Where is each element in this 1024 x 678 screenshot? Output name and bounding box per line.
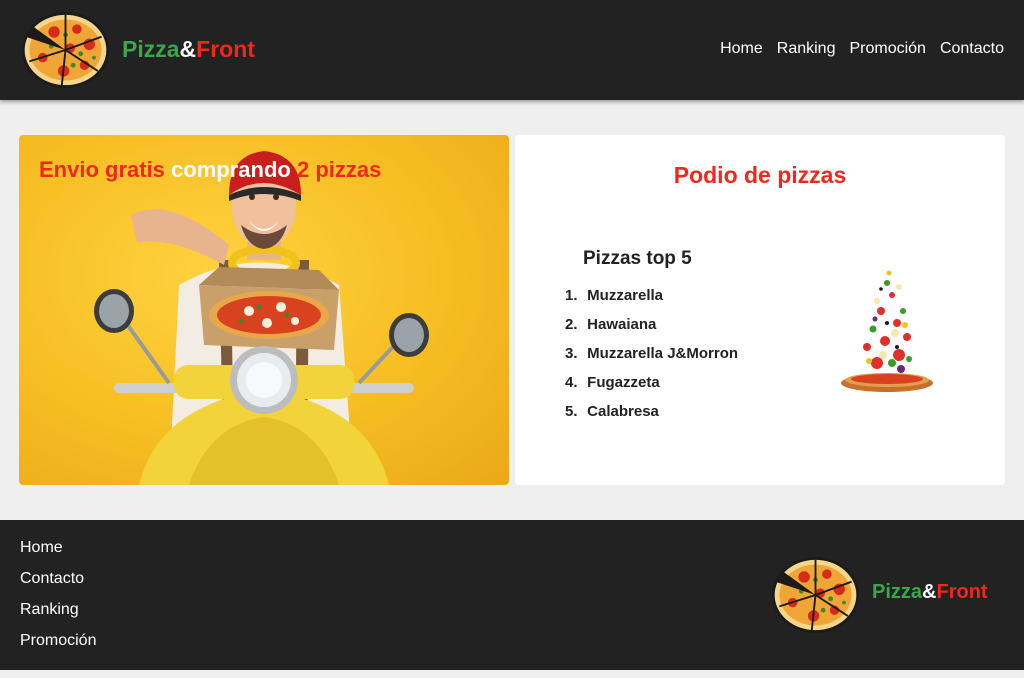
promo-title: Envio gratis comprando 2 pizzas [39,157,382,182]
footer-brand-name: Pizza&Front [872,581,988,603]
footer-pizza-logo-icon [771,557,860,633]
nav-contacto[interactable]: Contacto [940,40,1004,58]
site-footer: Home Contacto Ranking Promoción Pizza&Fr… [0,520,1024,670]
footer-link-home[interactable]: Home [20,539,96,570]
delivery-scooter-image [94,151,429,485]
nav-promocion[interactable]: Promoción [849,40,925,58]
list-item: 5. Calabresa [565,403,659,420]
list-item: 1. Muzzarella [565,287,664,304]
pizza-logo-icon[interactable] [18,8,113,92]
flying-pizza-image [841,270,933,392]
site-header: Pizza&Front Home Ranking Promoción Conta… [0,0,1024,100]
footer-link-contacto[interactable]: Contacto [20,570,96,601]
footer-link-ranking[interactable]: Ranking [20,601,96,632]
nav-home[interactable]: Home [720,40,763,58]
brand-name[interactable]: Pizza&Front [122,36,255,63]
list-item: 4. Fugazzeta [565,374,660,391]
top-pizzas-list: 1. Muzzarella 2. Hawaiana 3. Muzzarella … [565,287,738,432]
podium-title: Podio de pizzas [673,162,847,188]
top-list-title: Pizzas top 5 [583,248,692,269]
nav-ranking[interactable]: Ranking [777,40,836,58]
main-nav: Home Ranking Promoción Contacto [720,40,1004,58]
list-item: 3. Muzzarella J&Morron [565,345,739,362]
list-item: 2. Hawaiana [565,316,657,333]
footer-nav: Home Contacto Ranking Promoción [20,539,96,663]
footer-link-promocion[interactable]: Promoción [20,632,96,663]
podium-card: Podio de pizzas Pizzas top 5 1. Muzzarel… [515,135,1005,485]
promo-card[interactable]: Envio gratis comprando 2 pizzas [19,135,509,485]
